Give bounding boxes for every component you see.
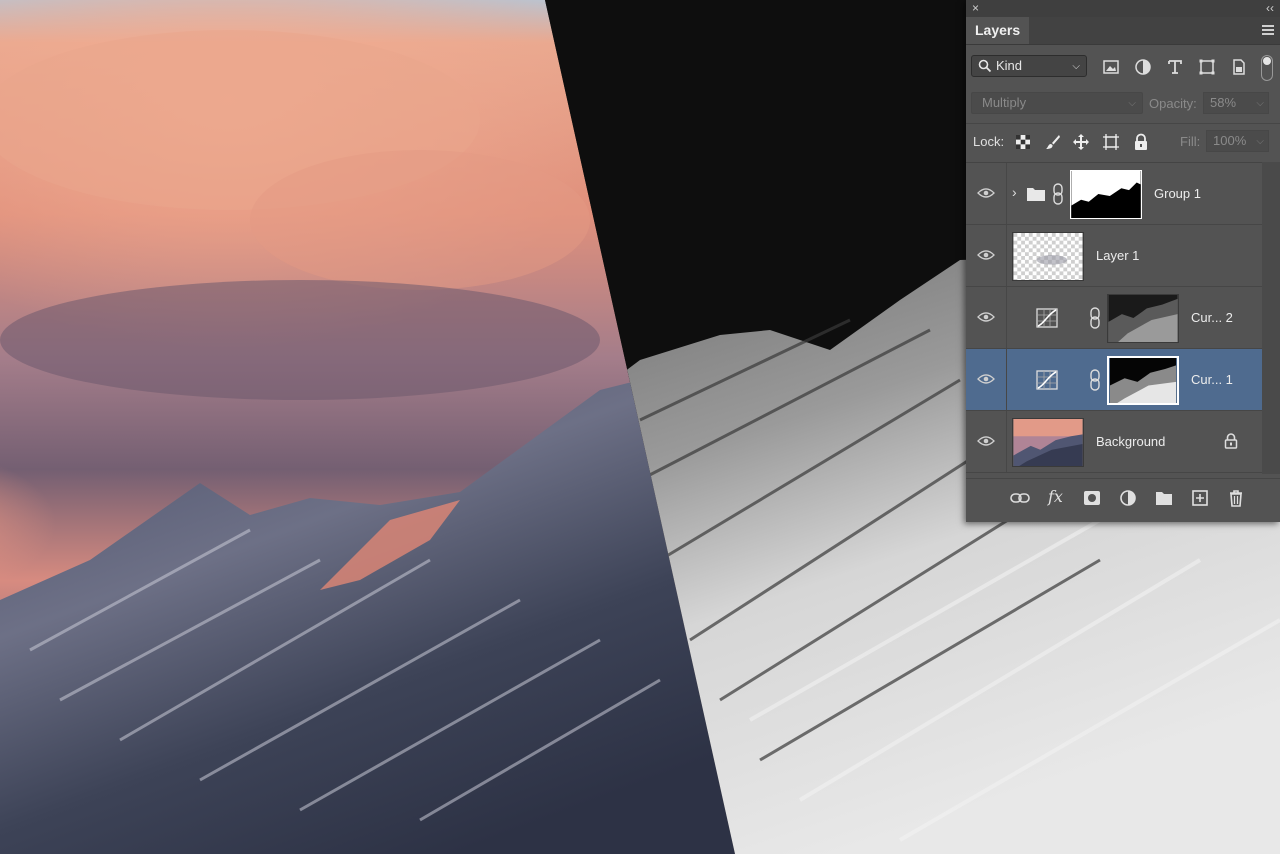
link-layers-icon[interactable] [1010, 488, 1030, 508]
layer-row-curves-2[interactable]: Cur... 2 [966, 287, 1262, 349]
opacity-field[interactable]: 58% ⌵ [1203, 92, 1269, 114]
fx-icon[interactable]: fx [1048, 487, 1063, 507]
delete-layer-icon[interactable] [1226, 488, 1246, 508]
blend-row: Multiply ⌵ Opacity: 58% ⌵ [966, 89, 1280, 119]
visibility-toggle[interactable] [966, 163, 1007, 224]
group-expand-chevron-icon[interactable]: › [1012, 184, 1017, 200]
search-icon [978, 59, 992, 73]
layer-mask-thumbnail-selected[interactable] [1107, 356, 1179, 405]
visibility-toggle[interactable] [966, 225, 1007, 286]
layer-mask-thumbnail[interactable] [1107, 294, 1179, 343]
close-panel-button[interactable]: × [972, 1, 979, 15]
chevron-down-icon: ⌵ [1128, 98, 1136, 109]
lock-transparent-pixels-icon[interactable] [1014, 133, 1032, 151]
layer-mask-thumbnail[interactable] [1070, 170, 1142, 219]
layer-name[interactable]: Cur... 1 [1191, 372, 1233, 387]
layers-panel: × ‹‹ Layers Kind ⌵ Multiply ⌵ Opacity: 5… [966, 0, 1280, 522]
panel-bottom-toolbar: fx [966, 478, 1280, 517]
curves-adjustment-icon[interactable] [1036, 308, 1058, 328]
eye-icon [977, 374, 995, 384]
layer-row-curves-1[interactable]: Cur... 1 [966, 349, 1262, 411]
divider [966, 123, 1280, 124]
lock-artboard-icon[interactable] [1102, 133, 1120, 151]
smart-object-filter-icon[interactable] [1230, 58, 1248, 76]
visibility-toggle[interactable] [966, 287, 1007, 348]
layer-lock-icon [1224, 433, 1238, 449]
mask-link-icon[interactable] [1089, 307, 1101, 329]
mask-link-icon[interactable] [1089, 369, 1101, 391]
panel-tab-row: Layers [966, 17, 1280, 45]
eye-icon [977, 312, 995, 322]
visibility-toggle[interactable] [966, 349, 1007, 410]
blend-mode-value: Multiply [982, 95, 1027, 110]
layers-list: › Group 1 Layer 1 Cur... 2 Cur... 1 Back… [966, 162, 1262, 475]
eye-icon [977, 250, 995, 260]
chevron-down-icon: ⌵ [1256, 98, 1264, 109]
curves-adjustment-icon[interactable] [1036, 370, 1058, 390]
eye-icon [977, 188, 995, 198]
new-layer-icon[interactable] [1190, 488, 1210, 508]
panel-title-bar: × ‹‹ [966, 0, 1280, 17]
layers-scrollbar[interactable] [1262, 162, 1280, 474]
adjustment-filter-icon[interactable] [1134, 58, 1152, 76]
layer-name[interactable]: Layer 1 [1096, 248, 1139, 263]
layer-row-layer-1[interactable]: Layer 1 [966, 225, 1262, 287]
layer-thumbnail[interactable] [1012, 418, 1084, 467]
lock-all-icon[interactable] [1132, 133, 1150, 151]
layer-thumbnail[interactable] [1012, 232, 1084, 281]
filter-kind-label: Kind [996, 58, 1023, 73]
visibility-toggle[interactable] [966, 411, 1007, 472]
layer-name[interactable]: Cur... 2 [1191, 310, 1233, 325]
adjustment-layer-icon[interactable] [1118, 488, 1138, 508]
mask-link-icon[interactable] [1052, 183, 1064, 205]
eye-icon [977, 436, 995, 446]
fill-label: Fill: [1180, 134, 1201, 149]
fill-field[interactable]: 100% ⌵ [1206, 130, 1269, 152]
filter-row: Kind ⌵ [966, 51, 1280, 83]
add-mask-icon[interactable] [1082, 488, 1102, 508]
new-group-icon[interactable] [1154, 488, 1174, 508]
folder-icon [1027, 188, 1045, 201]
layer-row-group-1[interactable]: › Group 1 [966, 163, 1262, 225]
chevron-down-icon: ⌵ [1072, 61, 1080, 72]
tab-layers[interactable]: Layers [966, 17, 1030, 44]
chevron-down-icon: ⌵ [1256, 136, 1264, 147]
lock-row: Lock: Fill: 100% ⌵ [966, 126, 1280, 156]
layer-row-background[interactable]: Background [966, 411, 1262, 473]
type-filter-icon[interactable] [1166, 58, 1184, 76]
opacity-label: Opacity: [1149, 96, 1197, 111]
layer-name[interactable]: Group 1 [1154, 186, 1201, 201]
lock-label: Lock: [973, 134, 1005, 149]
layer-name[interactable]: Background [1096, 434, 1165, 449]
blend-mode-dropdown[interactable]: Multiply ⌵ [971, 92, 1143, 114]
shape-filter-icon[interactable] [1198, 58, 1216, 76]
panel-menu-icon[interactable] [1262, 25, 1274, 35]
collapse-panel-button[interactable]: ‹‹ [1266, 1, 1274, 15]
image-filter-icon[interactable] [1102, 58, 1120, 76]
lock-image-pixels-icon[interactable] [1044, 133, 1062, 151]
opacity-value: 58% [1210, 95, 1237, 110]
lock-position-icon[interactable] [1072, 133, 1090, 151]
filter-kind-dropdown[interactable]: Kind ⌵ [971, 55, 1087, 77]
filter-toggle-switch[interactable] [1261, 55, 1273, 81]
fill-value: 100% [1213, 133, 1247, 148]
